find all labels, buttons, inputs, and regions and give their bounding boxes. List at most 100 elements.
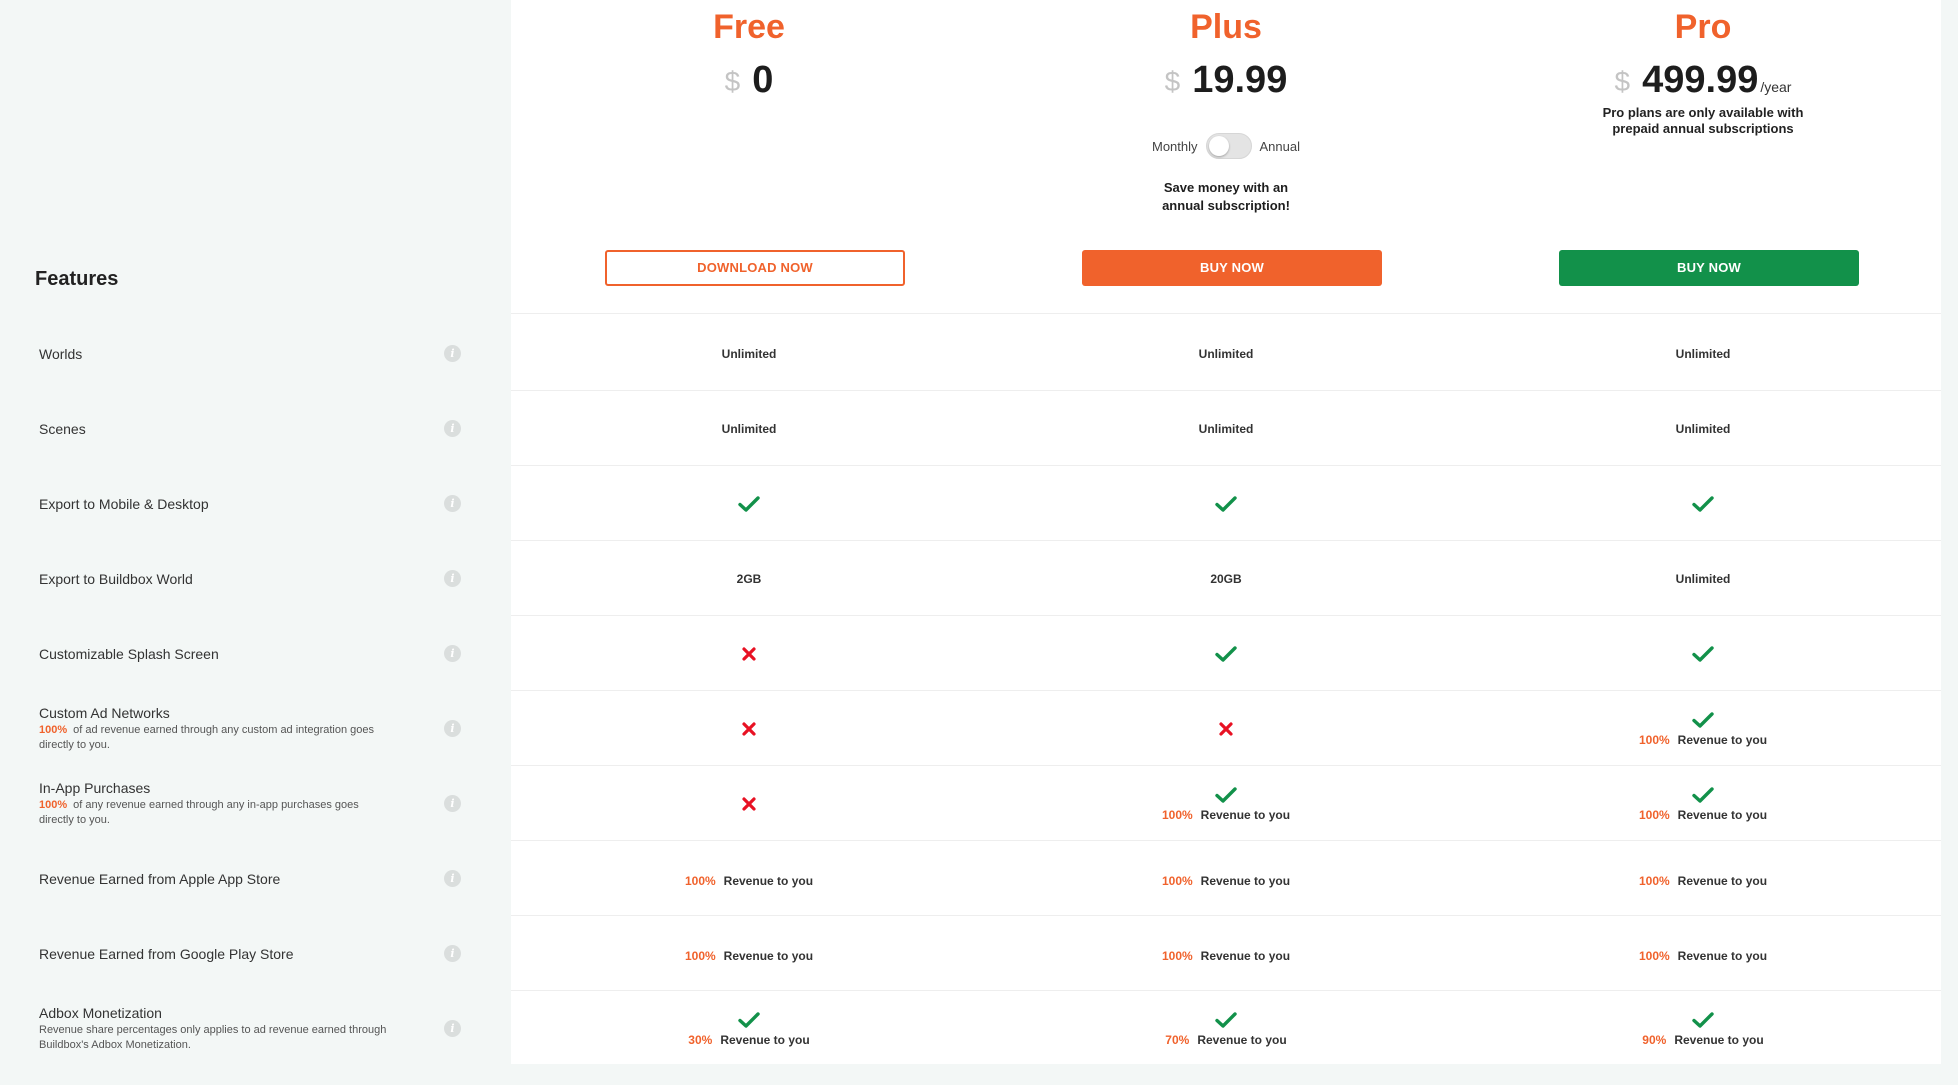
revenue-label: Revenue to you <box>720 1032 810 1047</box>
price-amount: 19.99 <box>1192 59 1288 101</box>
value-cell: Unlimited <box>988 391 1464 466</box>
revenue-label: Revenue to you <box>1197 1032 1287 1047</box>
feature-row: Adbox Monetization Revenue share percenta… <box>0 991 511 1066</box>
feature-description: 100% of ad revenue earned through any cus… <box>39 723 409 753</box>
info-icon[interactable]: i <box>444 345 461 362</box>
value-cell: 90% Revenue to you <box>1465 991 1941 1066</box>
revenue-share: 100% Revenue to you <box>685 874 813 888</box>
revenue-percent: 30% <box>688 1032 713 1047</box>
value-cell <box>511 616 987 691</box>
monthly-label: Monthly <box>1151 138 1198 154</box>
plan-name: Free <box>713 8 785 46</box>
check-icon <box>1692 1011 1714 1028</box>
info-icon[interactable]: i <box>444 420 461 437</box>
price: $ 0 <box>511 58 987 102</box>
annual-savings-note: Save money with an annual subscription! <box>988 179 1464 215</box>
value-text: 20GB <box>1210 571 1242 586</box>
value-cell: Unlimited <box>1465 391 1941 466</box>
info-icon[interactable]: i <box>444 945 461 962</box>
info-icon[interactable]: i <box>444 645 461 662</box>
value-cell: Unlimited <box>1465 541 1941 616</box>
revenue-percent: 100% <box>1638 732 1670 747</box>
info-icon[interactable]: i <box>444 795 461 812</box>
cross-icon <box>742 646 756 661</box>
feature-text: Scenes <box>39 391 409 466</box>
description-text: Buildbox's Adbox Monetization. <box>39 1039 191 1051</box>
revenue-label: Revenue to you <box>1674 1032 1764 1047</box>
revenue-share: 100% Revenue to you <box>1162 949 1290 963</box>
info-icon[interactable]: i <box>444 495 461 512</box>
features-title: Features <box>35 268 119 290</box>
info-icon[interactable]: i <box>444 1020 461 1037</box>
currency-symbol: $ <box>1164 66 1181 97</box>
feature-text: In-App Purchases 100% of any revenue earne… <box>39 766 409 841</box>
value-cell <box>988 616 1464 691</box>
feature-name: Revenue Earned from Google Play Store <box>39 945 294 962</box>
revenue-percent: 70% <box>1165 1032 1190 1047</box>
plan-plus: Plus $ 19.99 Monthly Annual Save money w… <box>988 0 1464 314</box>
annual-label: Annual <box>1259 138 1300 154</box>
currency-symbol: $ <box>724 66 741 97</box>
note-line: prepaid annual subscriptions <box>1612 121 1794 136</box>
price-amount: 499.99 <box>1642 59 1759 101</box>
feature-name: Export to Buildbox World <box>39 570 193 587</box>
value-text: Unlimited <box>1675 421 1731 436</box>
value-cell: 100% Revenue to you <box>511 841 987 916</box>
value-cell: 2GB <box>511 541 987 616</box>
feature-name: Adbox Monetization <box>39 1005 162 1021</box>
revenue-label: Revenue to you <box>1677 948 1768 963</box>
price-amount: 0 <box>752 59 774 101</box>
value-cell: Unlimited <box>988 316 1464 391</box>
value-cell <box>988 691 1464 766</box>
value-row: 100% Revenue to you 100% Revenue to you 100%… <box>511 916 1941 991</box>
revenue-label: Revenue to you <box>1677 732 1768 747</box>
revenue-percent: 100% <box>684 873 716 888</box>
value-row <box>511 466 1941 541</box>
features-sidebar: Features Worlds i Scenes i Export to Mobile … <box>0 0 511 1085</box>
info-icon[interactable]: i <box>444 570 461 587</box>
value-cell: 100% Revenue to you <box>511 916 987 991</box>
revenue-share: 100% Revenue to you <box>1639 949 1767 963</box>
value-text: Unlimited <box>1198 346 1254 361</box>
revenue-share: 100% Revenue to you <box>1162 874 1290 888</box>
value-cell: 30% Revenue to you <box>511 991 987 1066</box>
value-cell: Unlimited <box>511 391 987 466</box>
check-icon <box>1215 645 1237 662</box>
info-icon[interactable]: i <box>444 720 461 737</box>
billing-toggle-row: Monthly Annual <box>988 133 1464 159</box>
value-row: 2GB 20GB Unlimited <box>511 541 1941 616</box>
feature-text: Worlds <box>39 316 409 391</box>
revenue-percent: 100% <box>1161 807 1193 822</box>
value-cell: 100% Revenue to you <box>988 841 1464 916</box>
description-text: directly to you. <box>39 814 110 826</box>
value-cell: 100% Revenue to you <box>988 916 1464 991</box>
revenue-label: Revenue to you <box>1200 873 1291 888</box>
cross-icon <box>742 796 756 811</box>
feature-row: Customizable Splash Screen i <box>0 616 511 691</box>
buy-now-pro-button[interactable]: BUY NOW <box>1559 250 1859 286</box>
plan-free: Free $ 0 DOWNLOAD NOW <box>511 0 987 314</box>
feature-name: Scenes <box>39 420 86 437</box>
download-now-button[interactable]: DOWNLOAD NOW <box>605 250 905 286</box>
feature-name: In-App Purchases <box>39 780 151 796</box>
percent-label: 100% <box>39 799 68 811</box>
check-icon <box>1215 786 1237 803</box>
feature-row: Worlds i <box>0 316 511 391</box>
check-icon <box>1215 495 1237 512</box>
feature-row: Revenue Earned from Google Play Store i <box>0 916 511 991</box>
feature-name: Customizable Splash Screen <box>39 645 219 662</box>
feature-name: Custom Ad Networks <box>39 705 170 721</box>
revenue-percent: 100% <box>1161 873 1193 888</box>
cross-icon <box>742 721 756 736</box>
currency-symbol: $ <box>1614 66 1631 97</box>
value-cell <box>511 466 987 541</box>
revenue-share: 100% Revenue to you <box>1639 733 1767 747</box>
info-icon[interactable]: i <box>444 870 461 887</box>
buy-now-plus-button[interactable]: BUY NOW <box>1082 250 1382 286</box>
feature-name: Worlds <box>39 345 83 362</box>
feature-row: Export to Buildbox World i <box>0 541 511 616</box>
check-icon <box>738 495 760 512</box>
feature-text: Export to Buildbox World <box>39 541 409 616</box>
billing-toggle[interactable] <box>1205 133 1252 159</box>
description-text: Revenue share percentages only applies t… <box>39 1024 387 1036</box>
